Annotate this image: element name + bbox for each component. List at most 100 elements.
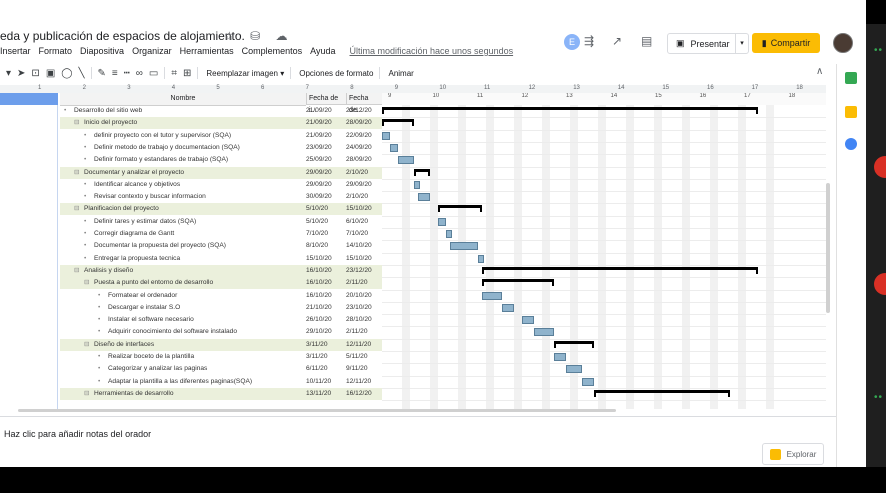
column-header-end[interactable]: Fecha de... bbox=[346, 93, 382, 114]
image-icon[interactable]: ▣ bbox=[46, 68, 55, 79]
summary-bar[interactable] bbox=[554, 340, 594, 348]
select-chevron-icon[interactable]: ▾ bbox=[6, 68, 11, 79]
user-avatar[interactable] bbox=[833, 33, 853, 53]
replace-image-button[interactable]: Reemplazar imagen ▾ bbox=[206, 69, 284, 78]
sheets-icon[interactable] bbox=[845, 72, 857, 84]
activity-trend-icon[interactable]: ↗ bbox=[612, 34, 622, 48]
task-bar[interactable] bbox=[446, 230, 452, 238]
collaborator-avatar[interactable]: E bbox=[564, 34, 580, 50]
image-options-icon[interactable]: ⊞ bbox=[183, 68, 191, 79]
task-row[interactable]: Identificar alcance y objetivos • 29/09/20… bbox=[60, 179, 382, 191]
task-row[interactable]: Analisis y diseño ⊟ 16/10/20 23/12/20 bbox=[60, 264, 382, 277]
menu-ayuda[interactable]: Ayuda bbox=[310, 46, 335, 60]
crop-icon[interactable]: ⌗ bbox=[171, 68, 177, 79]
task-row[interactable]: Desarrollo del sitio web • 21/09/20 23/12/2… bbox=[60, 105, 382, 117]
task-row[interactable]: Definir tares y estimar datos (SQA) • 5/10… bbox=[60, 216, 382, 228]
menu-complementos[interactable]: Complementos bbox=[242, 46, 303, 60]
format-options-button[interactable]: Opciones de formato bbox=[299, 69, 373, 78]
link-icon[interactable]: ∞ bbox=[136, 68, 143, 79]
task-row[interactable]: Planificacion del proyecto ⊟ 5/10/20 15/10/… bbox=[60, 203, 382, 216]
task-row[interactable]: Realizar boceto de la plantilla • 3/11/20 5… bbox=[60, 351, 382, 363]
share-button[interactable]: ▮ Compartir bbox=[752, 33, 820, 53]
task-bar[interactable] bbox=[478, 254, 484, 263]
task-bar[interactable] bbox=[418, 193, 430, 202]
line-icon[interactable]: ╲ bbox=[78, 68, 84, 79]
summary-bar[interactable] bbox=[482, 279, 554, 287]
slide-canvas[interactable]: Nombre Fecha de i... Fecha de... 9 10 11 12… bbox=[0, 93, 826, 409]
last-edit-link[interactable]: Última modificación hace unos segundos bbox=[350, 46, 514, 60]
menu-organizar[interactable]: Organizar bbox=[132, 46, 172, 60]
keep-icon[interactable] bbox=[845, 106, 857, 118]
task-bar[interactable] bbox=[566, 365, 582, 374]
collapse-toolbar-icon[interactable]: ∧ bbox=[816, 66, 823, 77]
menu-formato[interactable]: Formato bbox=[39, 46, 73, 60]
comment-history-icon[interactable]: ⇶ bbox=[584, 34, 594, 48]
collapse-toggle-icon[interactable]: ⊟ bbox=[74, 265, 80, 277]
comments-icon[interactable]: ▤ bbox=[641, 34, 652, 48]
task-bar[interactable] bbox=[414, 180, 420, 189]
comment-add-icon[interactable]: ▭ bbox=[149, 68, 158, 79]
task-bar[interactable] bbox=[438, 217, 446, 226]
menu-diapositiva[interactable]: Diapositiva bbox=[80, 46, 124, 60]
task-row[interactable]: Adquirir conocimiento del software insta… bbox=[60, 326, 382, 338]
summary-bar[interactable] bbox=[482, 266, 758, 274]
task-bar[interactable] bbox=[398, 156, 414, 165]
task-row[interactable]: Adaptar la plantilla a las diferentes pa… bbox=[60, 376, 382, 388]
project-bar[interactable] bbox=[382, 107, 758, 114]
task-row[interactable]: Documentar la propuesta del proyecto (SQ… bbox=[60, 240, 382, 252]
task-row[interactable]: Documentar y analizar el proyecto ⊟ 29/09/… bbox=[60, 166, 382, 179]
task-row[interactable]: Revisar contexto y buscar informacion • 30… bbox=[60, 191, 382, 203]
task-row[interactable]: Formatear el ordenador • 16/10/20 20/10/20 bbox=[60, 290, 382, 302]
task-row[interactable]: Herramientas de desarrollo ⊟ 13/11/20 16/12… bbox=[60, 387, 382, 400]
collapse-toggle-icon[interactable]: ⊟ bbox=[84, 388, 90, 400]
task-row[interactable]: Definir metodo de trabajo y documentacio… bbox=[60, 142, 382, 154]
task-bar[interactable] bbox=[554, 353, 566, 361]
task-bar[interactable] bbox=[582, 377, 594, 386]
task-row[interactable]: Entregar la propuesta tecnica • 15/10/20 15… bbox=[60, 253, 382, 265]
tasks-icon[interactable] bbox=[845, 138, 857, 150]
collapse-toggle-icon[interactable]: ⊟ bbox=[74, 167, 80, 179]
speaker-notes[interactable]: Haz clic para añadir notas del orador bbox=[4, 429, 151, 439]
collapse-toggle-icon[interactable]: ⊟ bbox=[74, 117, 80, 129]
animate-button[interactable]: Animar bbox=[388, 69, 413, 78]
document-title[interactable]: eda y publicación de espacios de alojami… bbox=[0, 29, 245, 43]
line-weight-icon[interactable]: ≡ bbox=[112, 68, 118, 79]
task-bar[interactable] bbox=[502, 303, 514, 312]
task-bar[interactable] bbox=[390, 143, 398, 152]
present-dropdown-icon[interactable]: ▾ bbox=[735, 34, 748, 53]
collapse-toggle-icon[interactable]: ⊟ bbox=[84, 277, 90, 289]
present-button[interactable]: ▣ Presentar ▾ bbox=[667, 33, 749, 54]
summary-bar[interactable] bbox=[594, 389, 730, 397]
column-header-start[interactable]: Fecha de i... bbox=[306, 93, 346, 114]
task-bar[interactable] bbox=[450, 242, 478, 251]
task-row[interactable]: Instalar el software necesario • 26/10/20 2… bbox=[60, 314, 382, 326]
summary-bar[interactable] bbox=[382, 119, 414, 127]
task-row[interactable]: Definir formato y estandares de trabajo … bbox=[60, 154, 382, 166]
pencil-icon[interactable]: ✎ bbox=[98, 68, 106, 79]
task-row[interactable]: definir proyecto con el tutor y supervis… bbox=[60, 130, 382, 142]
line-dash-icon[interactable]: ┅ bbox=[124, 68, 130, 79]
summary-bar[interactable] bbox=[414, 168, 430, 176]
task-row[interactable]: Inicio del proyecto ⊟ 21/09/20 28/09/20 bbox=[60, 117, 382, 130]
task-bar[interactable] bbox=[482, 291, 502, 300]
notes-divider[interactable] bbox=[0, 416, 836, 417]
cursor-icon[interactable]: ➤ bbox=[17, 68, 25, 79]
task-row[interactable]: Descargar e instalar S.O • 21/10/20 23/10/2… bbox=[60, 302, 382, 314]
task-bar[interactable] bbox=[534, 328, 554, 337]
task-row[interactable]: Diseño de interfaces ⊟ 3/11/20 12/11/20 bbox=[60, 338, 382, 351]
horizontal-scrollbar[interactable] bbox=[18, 409, 616, 412]
explore-button[interactable]: Explorar bbox=[762, 443, 824, 465]
menu-insertar[interactable]: Insertar bbox=[0, 46, 31, 60]
task-row[interactable]: Categorizar y analizar las paginas • 6/11/… bbox=[60, 363, 382, 375]
task-row[interactable]: Corregir diagrama de Gantt • 7/10/20 7/10/2… bbox=[60, 228, 382, 240]
gantt-chart-area[interactable] bbox=[382, 105, 826, 409]
textbox-icon[interactable]: ⊡ bbox=[31, 68, 39, 79]
summary-bar[interactable] bbox=[438, 205, 482, 213]
menu-herramientas[interactable]: Herramientas bbox=[180, 46, 234, 60]
collapse-toggle-icon[interactable]: ⊟ bbox=[84, 339, 90, 351]
shape-icon[interactable]: ◯ bbox=[61, 68, 72, 79]
task-bar[interactable] bbox=[522, 316, 534, 325]
task-bar[interactable] bbox=[382, 131, 390, 140]
task-row[interactable]: Puesta a punto del entorno de desarrollo… bbox=[60, 277, 382, 290]
collapse-toggle-icon[interactable]: ⊟ bbox=[74, 203, 80, 215]
